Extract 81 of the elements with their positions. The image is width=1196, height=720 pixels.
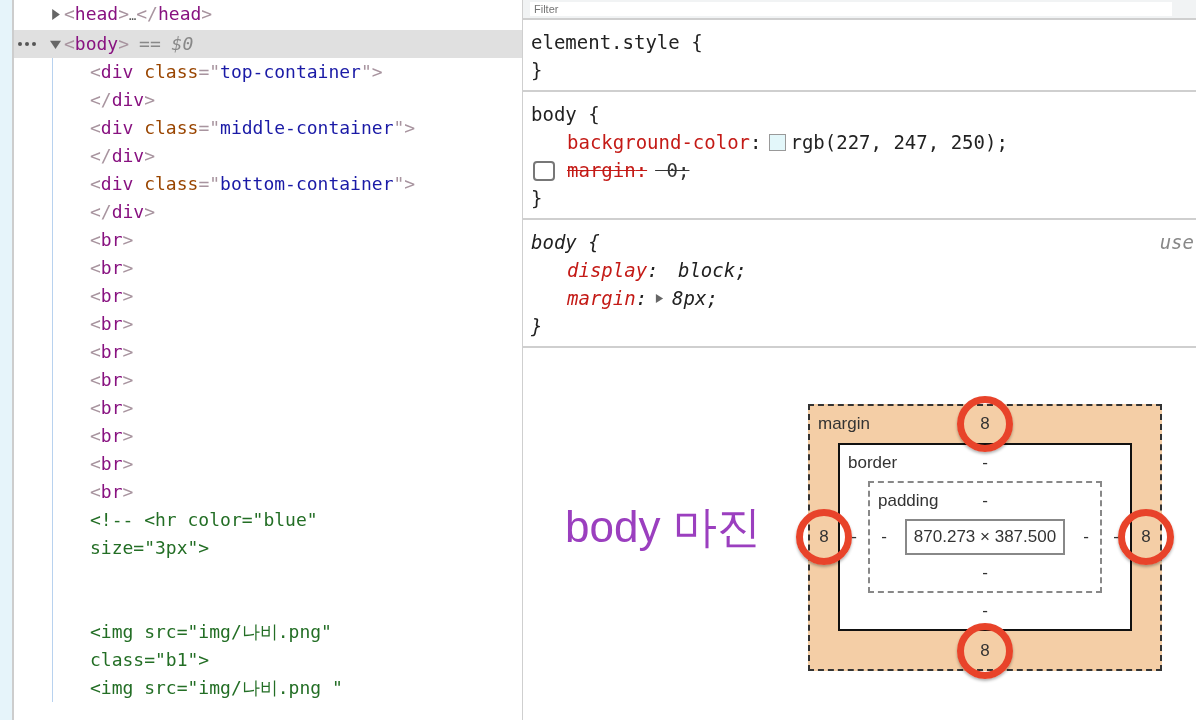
html-tag-text: <div class="middle-container"> [90,116,416,140]
html-tag-text: <head>…</head> [64,2,213,26]
css-property-value: block; [676,259,747,281]
dom-node-row[interactable]: </div> [53,142,522,170]
stylesheet-source-link[interactable]: use [1159,231,1194,253]
content-size-box[interactable]: 870.273 × 387.500 [904,519,1066,555]
property-checkbox[interactable] [533,161,555,181]
box-model-value[interactable]: - [881,527,887,547]
closing-brace: } [531,187,543,209]
dom-node-row[interactable]: <div class="middle-container"> [53,114,522,142]
css-property-value: 8px; [672,287,718,309]
box-model-value[interactable]: 8 [819,527,829,547]
css-property-value: rgb(227, 247, 250); [790,131,1008,153]
dom-node-row[interactable]: <br> [53,338,522,366]
dom-node-row[interactable]: </div> [53,86,522,114]
collapse-triangle-icon[interactable] [50,39,61,50]
html-tag-text: <br> [90,368,134,392]
html-tag-text: <div class="top-container"> [90,60,383,84]
box-model-value[interactable]: - [1083,527,1089,547]
box-label: padding [878,491,940,511]
html-tag-text: <br> [90,340,134,364]
box-model-value[interactable]: - [851,527,857,547]
html-tag-text: <br> [90,256,134,280]
property-separator: : [635,287,648,309]
html-tag-text: <br> [90,424,134,448]
box-label: border [848,453,899,473]
html-tag-text: <br> [90,228,134,252]
box-model-value[interactable]: - [982,491,988,511]
css-selector: body { [531,103,600,125]
html-comment: <!-- <hr color="blue" size="3px"> <img src="img/나비.png" class="b1"> <img src="img/나비.png " [90,508,343,700]
css-selector: body { [531,231,600,253]
css-selector: element.style { [531,31,703,53]
dom-node-row[interactable]: <br> [53,282,522,310]
dom-node-row[interactable]: <body> == $0 [14,30,522,58]
more-icon[interactable] [18,42,36,46]
box-model-value[interactable]: 8 [1141,527,1151,547]
html-tag-text: <body> == $0 [64,32,194,56]
html-tag-text: <br> [90,452,134,476]
box-model-value[interactable]: 8 [980,640,990,661]
box-model-value[interactable]: - [1113,527,1119,547]
dom-node-row[interactable]: <!-- <hr color="blue" size="3px"> <img src="img/나비.png" class="b1"> <img src="img/나비.png " [53,506,522,702]
dom-node-row[interactable]: <head>…</head> [14,0,522,30]
expand-triangle-icon[interactable] [655,292,665,304]
dom-node-row[interactable]: <br> [53,478,522,506]
closing-brace: } [531,315,543,337]
closing-brace: } [531,59,543,81]
filter-field[interactable]: Filter [530,2,1172,16]
html-tag-text: <br> [90,480,134,504]
html-tag-text: </div> [90,88,156,112]
css-property-name: margin [567,159,636,181]
dom-node-row[interactable]: <div class="top-container"> [53,58,522,86]
dom-node-row[interactable]: <br> [53,450,522,478]
box-model-value[interactable]: - [982,601,988,621]
dom-node-row[interactable]: <br> [53,310,522,338]
dom-node-row[interactable]: <br> [53,254,522,282]
dom-node-row[interactable]: <br> [53,422,522,450]
css-property-value: 0; [665,159,690,181]
color-swatch[interactable] [769,133,787,151]
html-tag-text: <br> [90,284,134,308]
property-separator: : [750,131,762,153]
box-model-value[interactable]: - [982,453,988,473]
dom-node-row[interactable]: <br> [53,366,522,394]
box-label: margin [818,413,871,434]
dom-node-row[interactable]: <br> [53,394,522,422]
html-tag-text: <br> [90,396,134,420]
html-tag-text: <br> [90,312,134,336]
box-model-value[interactable]: - [982,563,988,583]
css-property-name: margin [567,287,636,309]
html-tag-text: </div> [90,200,156,224]
dom-node-row[interactable]: <div class="bottom-container"> [53,170,522,198]
property-separator: : [647,259,659,281]
dom-node-row[interactable]: <br> [53,226,522,254]
property-separator: : [635,159,648,181]
dom-node-row[interactable]: </div> [53,198,522,226]
html-tag-text: <div class="bottom-container"> [90,172,416,196]
css-property-name: background-color [567,131,751,153]
expand-triangle-icon[interactable] [50,9,61,20]
annotation-text: body 마진 [565,501,761,553]
box-model-value[interactable]: 8 [980,413,990,434]
html-tag-text: </div> [90,144,156,168]
css-property-name: display [567,259,648,281]
